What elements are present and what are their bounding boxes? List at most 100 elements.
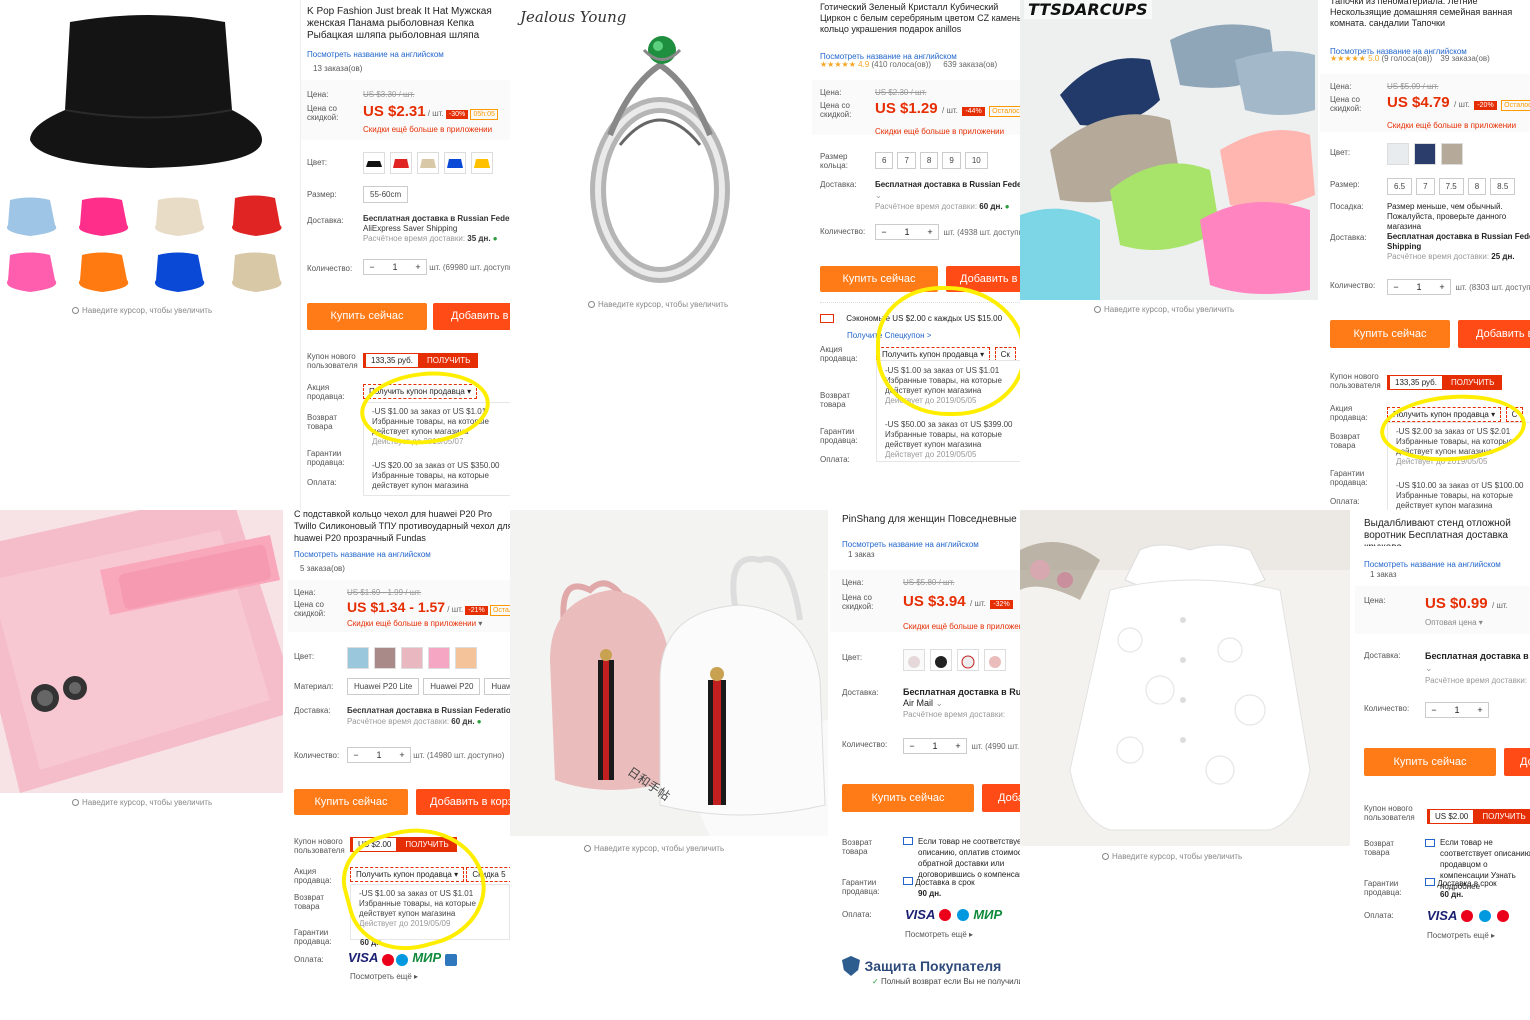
- coupon-item[interactable]: -US $2.00 за заказ от US $2.01 Избранные …: [1396, 427, 1526, 467]
- size-option[interactable]: 10: [964, 152, 988, 169]
- plus-icon[interactable]: +: [1472, 705, 1488, 715]
- see-more-link[interactable]: Посмотреть ещё ▸: [350, 972, 418, 981]
- size-option[interactable]: 8: [1467, 178, 1487, 195]
- coupon-item[interactable]: -US $50.00 за заказ от US $399.00 Избранн…: [885, 420, 1015, 460]
- color-option-khaki[interactable]: [1441, 143, 1463, 165]
- product-image-ring[interactable]: [570, 25, 750, 285]
- color-option-red-bag[interactable]: [957, 649, 979, 671]
- chevron-down-icon[interactable]: ⌄: [1425, 663, 1433, 673]
- seller-coupon-dropdown[interactable]: Получить купон продавца ▾: [1387, 407, 1502, 422]
- app-discount-link[interactable]: Скидки ещё больше в приложении ▾: [347, 619, 482, 628]
- material-option[interactable]: Huawei P20 Lite: [347, 678, 420, 695]
- color-option-black-bag[interactable]: [930, 649, 952, 671]
- get-coupon-button[interactable]: ПОЛУЧИТЬ: [418, 353, 479, 368]
- quantity-stepper[interactable]: −1 +: [1387, 279, 1451, 295]
- shipping-method[interactable]: Бесплатная доставка в Russian Federation: [875, 179, 1020, 190]
- minus-icon[interactable]: −: [904, 741, 920, 751]
- minus-icon[interactable]: −: [876, 227, 892, 237]
- color-option-pink-bag[interactable]: [984, 649, 1006, 671]
- quantity-stepper[interactable]: −1 +: [875, 224, 939, 240]
- plus-icon[interactable]: +: [1434, 282, 1450, 292]
- size-option[interactable]: 8.5: [1490, 178, 1516, 195]
- material-option[interactable]: Huawei P20 Pro: [484, 678, 510, 695]
- add-to-cart-button[interactable]: Добавить в корзину: [946, 266, 1020, 292]
- quantity-stepper[interactable]: −1 +: [363, 259, 427, 275]
- shipping-service[interactable]: Air Mail: [903, 698, 933, 708]
- coupon-item[interactable]: -US $10.00 за заказ от US $100.00 Избранн…: [1396, 481, 1526, 510]
- shipping-method[interactable]: Бесплатная доставка в Russian Federation: [1425, 650, 1530, 662]
- color-option-yellow[interactable]: [471, 152, 493, 174]
- size-option[interactable]: 6: [875, 152, 894, 169]
- size-option[interactable]: 7.5: [1438, 178, 1464, 195]
- chevron-down-icon[interactable]: ⌄: [875, 191, 882, 200]
- quantity-stepper[interactable]: −1 +: [903, 738, 967, 754]
- shipping-method[interactable]: Бесплатная доставка в Russian Federation: [1387, 232, 1530, 242]
- product-title[interactable]: PinShang для женщин Повседневные сумки н…: [842, 514, 1020, 528]
- color-option-2[interactable]: [374, 647, 396, 669]
- buy-now-button[interactable]: Купить сейчас: [294, 789, 408, 815]
- review-count[interactable]: (9 голоса(ов)): [1381, 54, 1432, 63]
- buy-now-button[interactable]: Купить сейчас: [1330, 320, 1450, 348]
- add-to-cart-button[interactable]: Добавить в корзину: [1504, 748, 1530, 776]
- size-option[interactable]: 55-60cm: [363, 186, 409, 203]
- app-discount-link[interactable]: Скидки ещё больше в приложении: [1387, 115, 1516, 133]
- minus-icon[interactable]: −: [348, 750, 364, 760]
- color-option-grey[interactable]: [1387, 143, 1409, 165]
- second-coupon[interactable]: Скидка 5: [466, 867, 510, 882]
- get-coupon-button[interactable]: ПОЛУЧИТЬ: [1442, 375, 1503, 390]
- seller-coupon-dropdown[interactable]: Получить купон продавца ▾: [363, 384, 478, 399]
- quantity-stepper[interactable]: −1 +: [1425, 702, 1489, 718]
- wholesale-price-link[interactable]: Оптовая цена ▾: [1425, 618, 1483, 627]
- add-to-cart-button[interactable]: Добавить в корзину: [416, 789, 510, 815]
- color-option-red[interactable]: [390, 152, 412, 174]
- buy-now-button[interactable]: Купить сейчас: [842, 784, 974, 812]
- product-image-hat[interactable]: [0, 0, 295, 300]
- special-coupon-link[interactable]: Получите Спецкупон >: [847, 325, 931, 343]
- product-title[interactable]: С подставкой кольцо чехол для huawei P20…: [294, 510, 510, 546]
- size-option[interactable]: 7: [1416, 178, 1435, 195]
- shipping-method[interactable]: Бесплатная доставка в Russian Federation: [363, 214, 510, 224]
- see-more-link[interactable]: Посмотреть ещё ▸: [1427, 931, 1495, 940]
- review-count[interactable]: (410 голоса(ов)): [871, 60, 931, 69]
- color-option-4[interactable]: [428, 647, 450, 669]
- english-title-link[interactable]: Посмотреть название на английском: [294, 550, 431, 559]
- plus-icon[interactable]: +: [394, 750, 410, 760]
- shipping-service[interactable]: AliExpress Saver Shipping: [363, 224, 457, 233]
- product-title[interactable]: Тапочки из пеноматериала. Летние Несколь…: [1330, 0, 1530, 32]
- product-title[interactable]: K Pop Fashion Just break It Hat Мужская …: [307, 6, 510, 44]
- add-to-cart-button[interactable]: Добавить в корзину: [1458, 320, 1530, 348]
- color-option-blue[interactable]: [444, 152, 466, 174]
- plus-icon[interactable]: +: [922, 227, 938, 237]
- color-option-navy[interactable]: [1414, 143, 1436, 165]
- coupon-item[interactable]: -US $1.00 за заказ от US $1.01 Избранные …: [885, 366, 1015, 406]
- buy-now-button[interactable]: Купить сейчас: [1364, 748, 1496, 776]
- color-option-beige[interactable]: [417, 152, 439, 174]
- get-coupon-button[interactable]: ПОЛУЧИТЬ: [1474, 809, 1530, 824]
- buy-now-button[interactable]: Купить сейчас: [307, 303, 427, 330]
- coupon-item[interactable]: -US $20.00 за заказ от US $350.00 Избранн…: [372, 461, 504, 491]
- app-discount-link[interactable]: Скидки ещё больше в приложении: [903, 616, 1020, 634]
- app-discount-link[interactable]: Скидки ещё больше в приложении: [363, 125, 492, 134]
- english-title-link[interactable]: Посмотреть название на английском: [307, 50, 444, 59]
- material-option[interactable]: Huawei P20: [423, 678, 481, 695]
- quantity-stepper[interactable]: −1 +: [347, 747, 411, 763]
- size-option[interactable]: 8: [919, 152, 939, 169]
- size-option[interactable]: 6.5: [1387, 178, 1413, 195]
- color-option-1[interactable]: [347, 647, 369, 669]
- coupon-item[interactable]: -US $1.00 за заказ от US $1.01 Избранные …: [359, 889, 501, 929]
- product-image-phone-case[interactable]: [0, 510, 300, 793]
- color-option-5[interactable]: [455, 647, 477, 669]
- plus-icon[interactable]: +: [410, 262, 426, 272]
- product-image-collar[interactable]: [1020, 510, 1350, 846]
- color-option-black[interactable]: [363, 152, 385, 174]
- get-coupon-button[interactable]: ПОЛУЧИТЬ: [397, 837, 457, 852]
- chevron-down-icon[interactable]: ⌄: [936, 698, 944, 708]
- seller-coupon-dropdown[interactable]: Получить купон продавца ▾: [350, 867, 465, 882]
- shipping-method[interactable]: Бесплатная доставка в Russian Federation: [903, 687, 1020, 698]
- see-more-link[interactable]: Посмотреть ещё ▸: [905, 930, 973, 939]
- plus-icon[interactable]: +: [950, 741, 966, 751]
- color-option-3[interactable]: [401, 647, 423, 669]
- size-option[interactable]: 7: [897, 152, 916, 169]
- minus-icon[interactable]: −: [364, 262, 380, 272]
- add-to-cart-button[interactable]: Добавить в корзину: [433, 303, 510, 330]
